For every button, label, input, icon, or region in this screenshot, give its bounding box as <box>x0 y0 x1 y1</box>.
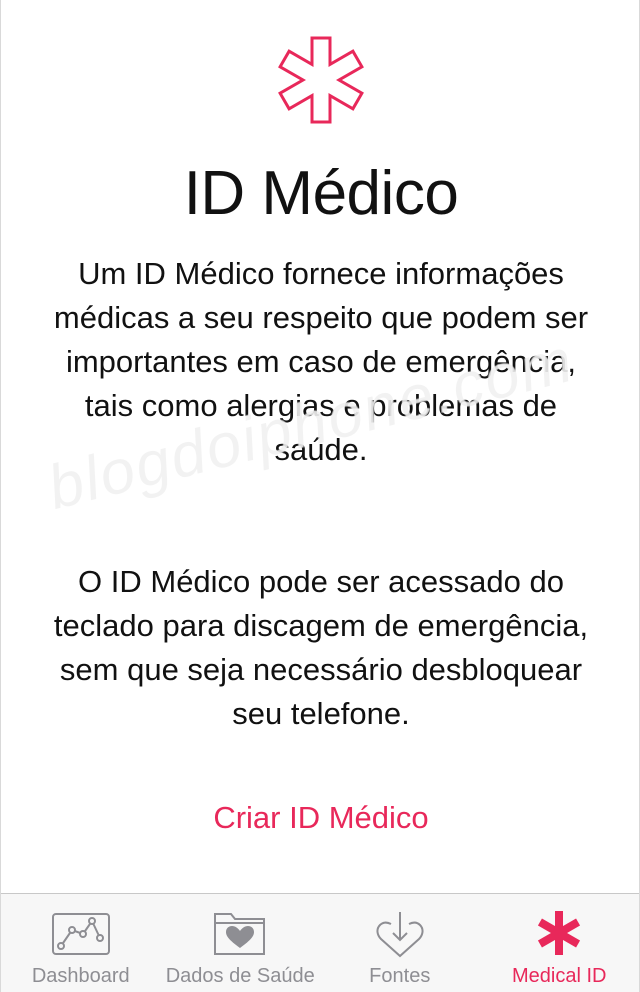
medical-asterisk-icon <box>538 911 581 955</box>
create-medical-id-button[interactable]: Criar ID Médico <box>1 800 640 836</box>
chart-line-icon <box>51 913 110 955</box>
tab-label: Fontes <box>369 965 431 987</box>
medical-asterisk-icon <box>278 36 364 124</box>
tab-bar: Dashboard Dados de Saúde Fontes Medical … <box>1 893 639 992</box>
folder-heart-icon <box>214 913 266 955</box>
page-title: ID Médico <box>183 159 459 228</box>
tab-label: Dashboard <box>31 965 130 987</box>
tab-label: Medical ID <box>512 965 607 987</box>
medical-id-screen: ID Médico Um ID Médico fornece informaçõ… <box>0 0 640 992</box>
tab-sources[interactable]: Fontes <box>320 894 480 992</box>
tab-medical-id[interactable]: Medical ID <box>480 894 640 992</box>
tab-dashboard[interactable]: Dashboard <box>1 894 161 992</box>
description-paragraph: Um ID Médico fornece informações médicas… <box>53 256 589 467</box>
tab-health-data[interactable]: Dados de Saúde <box>161 894 321 992</box>
download-heart-icon <box>376 912 424 958</box>
tab-label: Dados de Saúde <box>165 965 315 987</box>
access-info-paragraph: O ID Médico pode ser acessado do teclado… <box>53 564 589 731</box>
